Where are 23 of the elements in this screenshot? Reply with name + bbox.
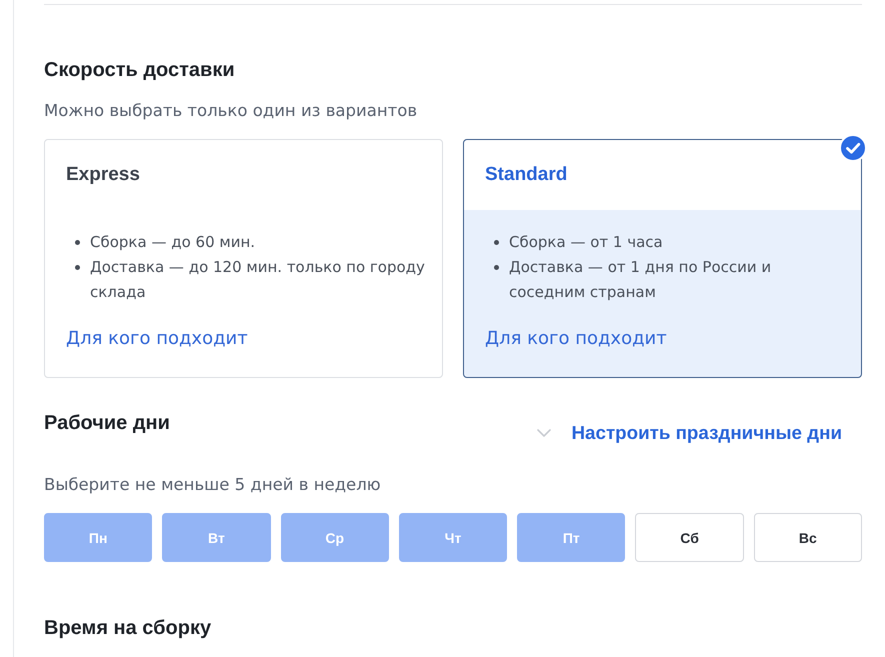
bullet-icon xyxy=(494,265,499,270)
bullet-icon xyxy=(75,240,80,245)
feature-text: Доставка — от 1 дня по России и соседним странам xyxy=(509,257,772,303)
check-icon xyxy=(839,134,867,162)
hint-text: Можно выбрать только один из вариантов xyxy=(44,100,418,122)
info-link[interactable]: Для кого подходит xyxy=(485,327,667,351)
section-heading: Время на сборку xyxy=(44,616,212,640)
hint-text: Выберите не меньше 5 дней в неделю xyxy=(44,474,382,496)
feature-text: Доставка — до 120 мин. только по городу склада xyxy=(90,257,426,303)
bullet-icon xyxy=(75,265,80,270)
section-heading: Скорость доставки xyxy=(44,58,236,82)
section-heading: Рабочие дни xyxy=(44,411,170,435)
bullet-icon xyxy=(494,240,499,245)
feature-text: Сборка — от 1 часа xyxy=(509,232,663,253)
option-title: Standard xyxy=(485,163,568,187)
feature-text: Сборка — до 60 мин. xyxy=(90,232,256,253)
option-title: Express xyxy=(66,163,140,187)
weekday-toggle[interactable]: Вс xyxy=(754,513,862,562)
delivery-option-card[interactable]: Express Сборка — до 60 мин. Доставка — до 120 мин. только по городу склада Для кого подходит xyxy=(44,139,443,378)
holidays-link[interactable]: Настроить праздничные дни xyxy=(571,421,842,445)
info-link[interactable]: Для кого подходит xyxy=(66,327,248,351)
weekday-toggle[interactable]: Сб xyxy=(635,513,744,562)
chevron-down-icon[interactable] xyxy=(537,429,552,437)
